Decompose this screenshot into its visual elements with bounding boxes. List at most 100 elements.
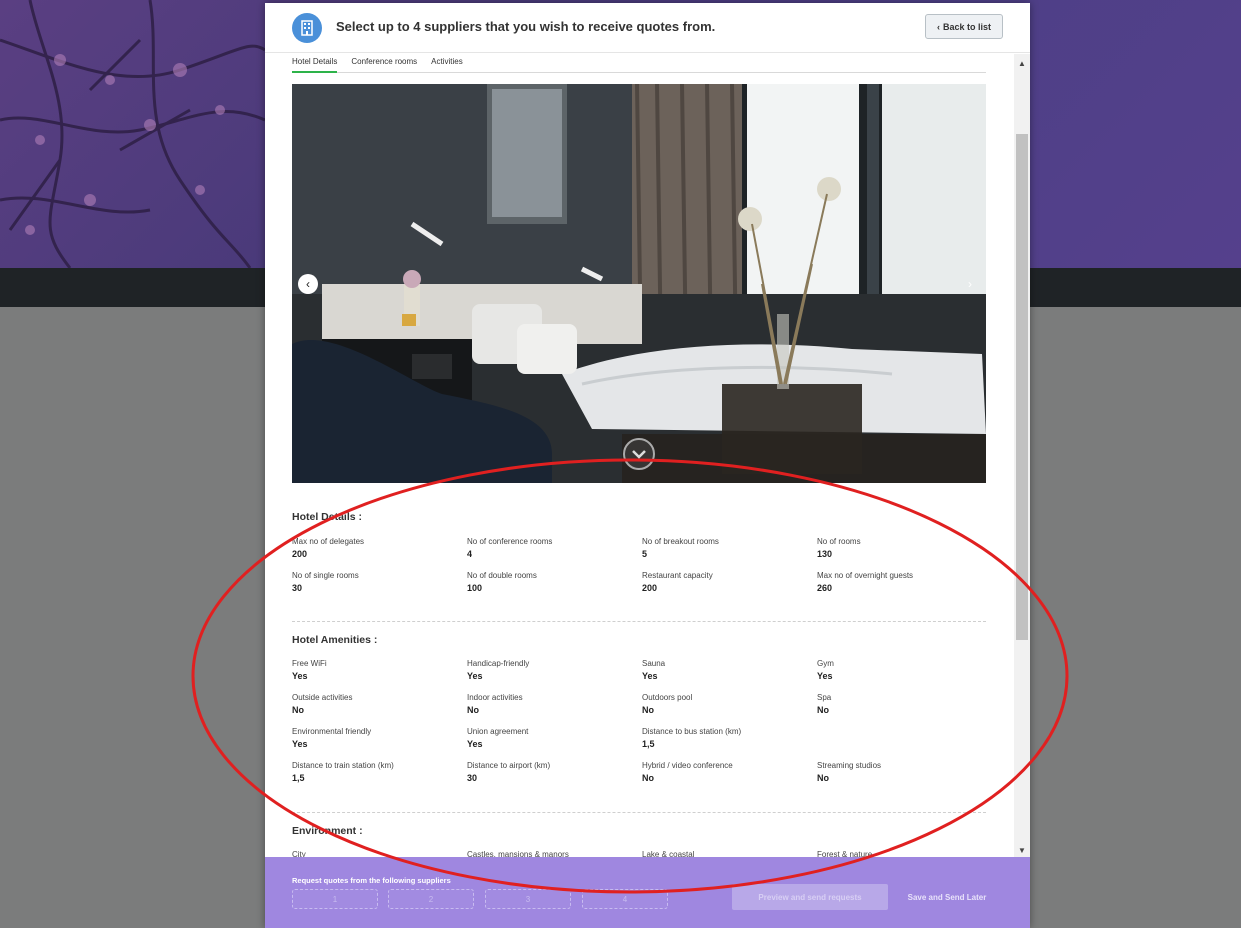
detail-label: Indoor activities xyxy=(467,693,523,702)
detail-label: No of rooms xyxy=(817,537,861,546)
detail-cell: No of conference rooms 4 xyxy=(467,537,642,571)
detail-label: Hybrid / video conference xyxy=(642,761,733,770)
detail-value: No xyxy=(467,705,479,715)
detail-cell: Distance to bus station (km) 1,5 xyxy=(642,727,817,761)
detail-value: 1,5 xyxy=(292,773,305,783)
detail-value: No xyxy=(642,705,654,715)
tab-activities[interactable]: Activities xyxy=(431,54,463,73)
detail-cell: Indoor activities No xyxy=(467,693,642,727)
section-divider xyxy=(292,812,986,813)
collapse-image-button[interactable] xyxy=(623,438,655,470)
tab-conference-rooms[interactable]: Conference rooms xyxy=(351,54,417,73)
detail-cell: Environmental friendly Yes xyxy=(292,727,467,761)
detail-value: Yes xyxy=(467,739,483,749)
detail-label: Lake & coastal xyxy=(642,850,695,857)
detail-label: Distance to airport (km) xyxy=(467,761,551,770)
detail-label: Gym xyxy=(817,659,834,668)
detail-label: Sauna xyxy=(642,659,666,668)
chevron-left-icon: ‹ xyxy=(306,277,310,291)
scroll-down-arrow-icon[interactable]: ▼ xyxy=(1014,843,1030,857)
scrollbar-thumb[interactable] xyxy=(1016,134,1028,640)
modal-body: Hotel Details Conference rooms Activitie… xyxy=(265,54,1014,857)
supplier-details-modal: Select up to 4 suppliers that you wish t… xyxy=(265,3,1030,928)
detail-value: 260 xyxy=(817,583,833,593)
environment-section: Environment : City Castles, mansions & ma… xyxy=(292,825,986,857)
detail-value: Yes xyxy=(642,671,658,681)
scroll-up-arrow-icon[interactable]: ▲ xyxy=(1014,56,1030,70)
supplier-slot[interactable]: 3 xyxy=(485,889,571,909)
chevron-left-icon: ‹ xyxy=(936,21,940,32)
detail-cell: Outdoors pool No xyxy=(642,693,817,727)
preview-and-send-button[interactable]: Preview and send requests xyxy=(732,884,888,910)
environment-grid: City Castles, mansions & manors Lake & coa… xyxy=(292,850,992,857)
detail-value: 1,5 xyxy=(642,739,655,749)
building-icon xyxy=(292,13,322,43)
detail-cell: Handicap-friendly Yes xyxy=(467,659,642,693)
detail-label: No of single rooms xyxy=(292,571,359,580)
tab-hotel-details[interactable]: Hotel Details xyxy=(292,54,338,73)
detail-label: Max no of overnight guests xyxy=(817,571,914,580)
detail-label: Max no of delegates xyxy=(292,537,365,546)
detail-cell: No of single rooms 30 xyxy=(292,571,467,605)
section-divider xyxy=(292,621,986,622)
detail-value: 5 xyxy=(642,549,648,559)
detail-value: Yes xyxy=(467,671,483,681)
detail-cell: Castles, mansions & manors xyxy=(467,850,642,857)
save-and-send-later-button[interactable]: Save and Send Later xyxy=(897,884,997,910)
detail-value: No xyxy=(817,773,829,783)
hotel-details-grid: Max no of delegates 200 No of conference r… xyxy=(292,537,992,605)
supplier-slot[interactable]: 4 xyxy=(582,889,668,909)
chevron-right-icon: › xyxy=(968,277,972,291)
hotel-details-section: Hotel Details : Max no of delegates 200 No… xyxy=(292,511,986,593)
hotel-room-photo xyxy=(292,84,986,483)
detail-label: Outside activities xyxy=(292,693,353,702)
detail-cell: Distance to airport (km) 30 xyxy=(467,761,642,795)
detail-label: Outdoors pool xyxy=(642,693,693,702)
detail-value: 200 xyxy=(292,549,308,559)
modal-header: Select up to 4 suppliers that you wish t… xyxy=(265,3,1030,53)
detail-label: Forest & nature xyxy=(817,850,873,857)
detail-value: 200 xyxy=(642,583,658,593)
detail-cell: Forest & nature xyxy=(817,850,992,857)
detail-value: No xyxy=(292,705,304,715)
detail-cell: Hybrid / video conference No xyxy=(642,761,817,795)
detail-cell: Outside activities No xyxy=(292,693,467,727)
detail-cell: Gym Yes xyxy=(817,659,992,693)
detail-value: 30 xyxy=(292,583,303,593)
detail-label: No of breakout rooms xyxy=(642,537,719,546)
request-quotes-label: Request quotes from the following suppli… xyxy=(292,876,451,885)
detail-label: Distance to bus station (km) xyxy=(642,727,742,736)
back-to-list-label: Back to list xyxy=(942,21,991,32)
detail-value: No xyxy=(642,773,654,783)
detail-value: 30 xyxy=(467,773,478,783)
detail-cell: Lake & coastal xyxy=(642,850,817,857)
hotel-amenities-title: Hotel Amenities : xyxy=(292,634,378,646)
detail-value: Yes xyxy=(292,671,308,681)
detail-cell: City xyxy=(292,850,467,857)
detail-label: Spa xyxy=(817,693,832,702)
detail-cell: Union agreement Yes xyxy=(467,727,642,761)
carousel-next-button[interactable]: › xyxy=(960,274,980,294)
detail-label: City xyxy=(292,850,306,857)
chevron-down-icon xyxy=(632,450,646,459)
supplier-slot[interactable]: 1 xyxy=(292,889,378,909)
detail-tabs: Hotel Details Conference rooms Activitie… xyxy=(292,54,986,73)
detail-cell: Distance to train station (km) 1,5 xyxy=(292,761,467,795)
hotel-image-carousel: ‹ › xyxy=(292,84,986,483)
modal-scrollbar[interactable]: ▲ ▼ xyxy=(1014,54,1030,857)
detail-label: Restaurant capacity xyxy=(642,571,713,580)
detail-label: Environmental friendly xyxy=(292,727,372,736)
back-to-list-button[interactable]: ‹ Back to list xyxy=(925,14,1003,39)
detail-label: No of conference rooms xyxy=(467,537,553,546)
detail-cell xyxy=(817,727,992,761)
detail-cell: Streaming studios No xyxy=(817,761,992,795)
detail-cell: Spa No xyxy=(817,693,992,727)
carousel-prev-button[interactable]: ‹ xyxy=(298,274,318,294)
detail-cell: No of double rooms 100 xyxy=(467,571,642,605)
modal-title: Select up to 4 suppliers that you wish t… xyxy=(336,19,716,34)
detail-label: Free WiFi xyxy=(292,659,327,668)
detail-cell: Max no of delegates 200 xyxy=(292,537,467,571)
hotel-amenities-grid: Free WiFi Yes Handicap-friendly Yes Sauna Yes… xyxy=(292,659,992,795)
supplier-slot[interactable]: 2 xyxy=(388,889,474,909)
detail-cell: No of breakout rooms 5 xyxy=(642,537,817,571)
